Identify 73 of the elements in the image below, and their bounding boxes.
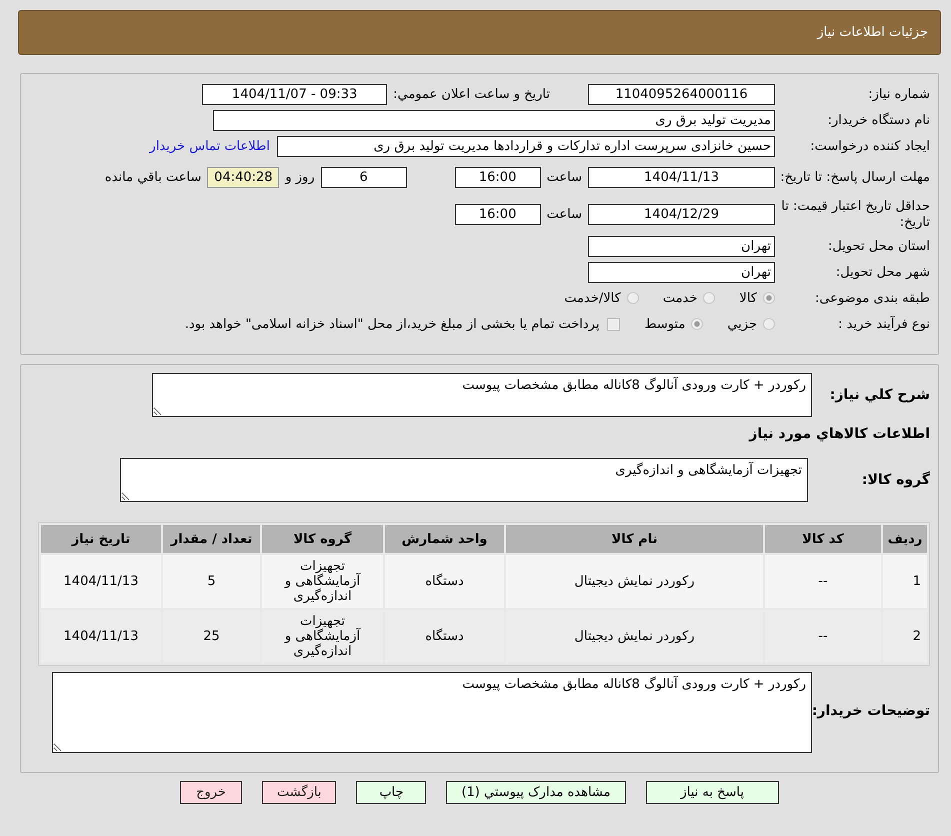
radio-button[interactable]: [703, 292, 716, 304]
section-heading: اطلاعات کالاهاي مورد نیاز: [748, 426, 930, 442]
radio-button[interactable]: [691, 318, 704, 330]
action-button[interactable]: خروج: [180, 781, 242, 804]
field-label: حداقل تاریخ اعتبار قیمت: تا تاریخ:: [780, 198, 930, 230]
field-label: شهر محل تحویل:: [834, 264, 930, 280]
checkbox[interactable]: [607, 318, 620, 330]
city-field: تهران: [588, 262, 775, 282]
remaining-time-field: 04:40:28: [207, 167, 280, 188]
validity-date-field: 1404/12/29: [588, 204, 775, 225]
deadline-time-field: 16:00: [454, 167, 541, 188]
table-cell: 2: [883, 610, 927, 663]
field-label: گروه کالا:: [860, 472, 930, 488]
table-cell: تجهیزات آزمایشگاهی و اندازه‌گیری: [262, 610, 383, 663]
field-label: ایجاد کننده درخواست:: [809, 138, 930, 154]
radio-button[interactable]: [626, 292, 639, 304]
table-cell: 1404/11/13: [41, 555, 161, 608]
remaining-label: ساعت باقي مانده: [104, 170, 202, 185]
table-cell: رکوردر نمایش دیجیتال: [506, 610, 763, 663]
summary-field[interactable]: رکوردر + کارت ورودی آنالوگ 8کاناله مطابق مشخصات پیوست: [152, 373, 812, 417]
action-button[interactable]: پاسخ به نیاز: [646, 781, 779, 804]
table-cell: 25: [163, 610, 260, 663]
deadline-date-field: 1404/11/13: [588, 167, 775, 188]
announce-date-field: 1404/11/07 - 09:33: [202, 84, 388, 104]
time-label: ساعت: [546, 207, 582, 222]
radio-label: متوسط: [644, 316, 686, 332]
column-header: گروه کالا: [262, 525, 383, 553]
province-field: تهران: [588, 236, 775, 256]
action-button[interactable]: چاپ: [356, 781, 426, 804]
column-header: تعداد / مقدار: [163, 525, 260, 553]
buyer-org-field: مدیریت تولید برق ری: [213, 110, 775, 130]
field-label: طبقه بندی موضوعی:: [814, 290, 930, 306]
column-header: واحد شمارش: [385, 525, 504, 553]
radio-button[interactable]: [763, 318, 775, 330]
checkbox-label: پرداخت تمام یا بخشی از مبلغ خرید،از محل "اسناد خزانه اسلامی" خواهد بود.: [184, 316, 600, 332]
column-header: نام کالا: [506, 525, 763, 553]
table-cell: تجهیزات آزمایشگاهی و اندازه‌گیری: [262, 555, 383, 608]
radio-label: جزيي: [727, 316, 757, 332]
need-number-field: 1104095264000116: [588, 84, 775, 104]
table-cell: 1404/11/13: [41, 610, 161, 663]
validity-time-field: 16:00: [454, 204, 541, 225]
field-label: نام دستگاه خریدار:: [826, 112, 930, 128]
column-header: تاریخ نیاز: [41, 525, 161, 553]
action-button[interactable]: بازگشت: [262, 781, 336, 804]
field-label: شرح کلي نیاز:: [828, 387, 930, 403]
days-label: روز و: [285, 170, 315, 185]
column-header: کد کالا: [765, 525, 881, 553]
radio-label: کالا: [739, 290, 757, 306]
page-title: جزئیات اطلاعات نیاز: [817, 25, 928, 40]
radio-button[interactable]: [763, 292, 775, 304]
table-cell: --: [765, 610, 881, 663]
time-label: ساعت: [546, 170, 582, 185]
table-cell: دستگاه: [385, 555, 504, 608]
table-cell: 1: [883, 555, 927, 608]
field-label: تاریخ و ساعت اعلان عمومي:: [393, 86, 550, 102]
field-label: استان محل تحویل:: [827, 238, 930, 254]
radio-label: خدمت: [662, 290, 698, 306]
field-label: مهلت ارسال پاسخ: تا تاریخ:: [779, 170, 930, 186]
goods-group-field[interactable]: تجهیزات آزمایشگاهی و اندازه‌گیری: [120, 458, 808, 502]
table-cell: رکوردر نمایش دیجیتال: [506, 555, 763, 608]
days-field: 6: [320, 167, 407, 188]
table-cell: --: [765, 555, 881, 608]
field-label: نوع فرآیند خرید :: [837, 316, 930, 332]
field-label: شماره نیاز:: [867, 86, 930, 102]
table-cell: 5: [163, 555, 260, 608]
radio-label: کالا/خدمت: [564, 290, 621, 306]
buyer-notes-field[interactable]: رکوردر + کارت ورودی آنالوگ 8کاناله مطابق مشخصات پیوست: [52, 672, 812, 753]
action-button[interactable]: مشاهده مدارک پیوستي (1): [446, 781, 626, 804]
column-header: ردیف: [883, 525, 927, 553]
creator-field: حسین خانزادی سرپرست اداره تدارکات و قراردادها مدیریت تولید برق ری: [277, 136, 775, 156]
field-label: توضیحات خریدار:: [812, 702, 930, 718]
table-cell: دستگاه: [385, 610, 504, 663]
buyer-contact-link[interactable]: اطلاعات تماس خریدار: [150, 138, 270, 154]
